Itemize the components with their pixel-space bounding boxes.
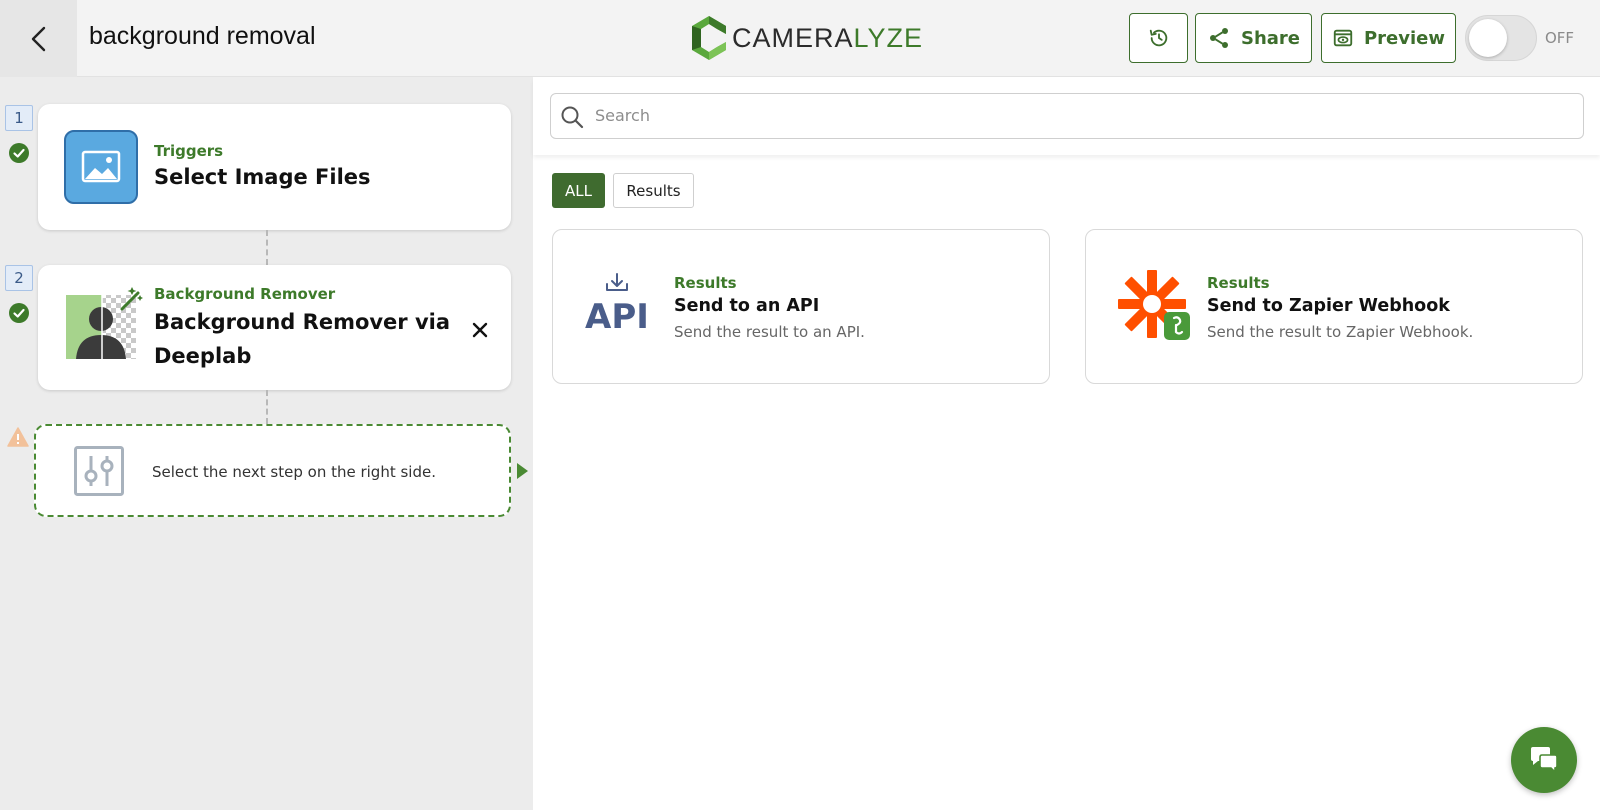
active-toggle[interactable]: [1465, 15, 1537, 61]
logo-wordmark-suffix: LYZE: [853, 22, 924, 53]
cameralyze-logo: CAMERALYZE: [692, 14, 923, 62]
step-number-2: 2: [5, 265, 33, 291]
step-connector: [266, 230, 268, 265]
cameralyze-logo-icon: [692, 16, 726, 60]
next-step-placeholder[interactable]: Select the next step on the right side.: [34, 424, 511, 517]
search-input[interactable]: [595, 94, 1555, 137]
next-step-text: Select the next step on the right side.: [152, 463, 436, 481]
chat-bubbles-icon: [1531, 747, 1558, 774]
filter-all[interactable]: ALL: [552, 173, 605, 208]
step-title-line-2: Deeplab: [154, 344, 252, 368]
step-title-line-1: Background Remover via: [154, 310, 451, 334]
toggle-knob: [1469, 19, 1507, 57]
check-circle-icon: [9, 303, 29, 323]
chevron-left-icon: [31, 26, 45, 51]
share-icon: [1209, 28, 1228, 48]
filter-results[interactable]: Results: [613, 173, 694, 208]
preview-icon: [1333, 29, 1353, 47]
api-icon-text: API: [585, 297, 649, 337]
result-card-send-to-zapier-webhook[interactable]: Results Send to Zapier Webhook Send the …: [1085, 229, 1583, 384]
step-connector: [266, 390, 268, 424]
logo-wordmark: CAMERALYZE: [732, 23, 923, 54]
step-card-background-remover[interactable]: Background Remover Background Remover vi…: [38, 265, 511, 390]
share-label: Share: [1240, 27, 1300, 49]
result-title: Send to an API: [674, 296, 820, 316]
chat-support-button[interactable]: [1511, 727, 1577, 793]
result-description: Send the result to an API.: [674, 323, 865, 341]
api-icon: API: [585, 273, 649, 337]
page-title: background removal: [89, 22, 316, 50]
warning-icon: [7, 427, 29, 447]
result-title: Send to Zapier Webhook: [1207, 296, 1450, 316]
logo-wordmark-prefix: CAMERA: [732, 22, 854, 53]
close-icon[interactable]: [472, 322, 488, 338]
preview-button[interactable]: Preview: [1321, 13, 1456, 63]
history-button[interactable]: [1129, 13, 1188, 63]
result-category: Results: [674, 274, 737, 292]
app-header: background removal CAMERALYZE Share Prev…: [0, 0, 1600, 77]
zapier-webhook-icon: [1118, 270, 1190, 340]
sliders-icon: [74, 446, 124, 496]
back-button[interactable]: [0, 0, 77, 77]
preview-label: Preview: [1363, 27, 1446, 49]
search-box[interactable]: [550, 93, 1584, 139]
toggle-state-label: OFF: [1545, 29, 1575, 47]
step-category: Background Remover: [154, 285, 336, 303]
search-icon: [561, 106, 584, 129]
step-card-select-image-files[interactable]: Triggers Select Image Files: [38, 104, 511, 230]
step-category: Triggers: [154, 142, 224, 160]
step-title: Select Image Files: [154, 165, 371, 189]
play-arrow-icon: [517, 463, 528, 479]
result-description: Send the result to Zapier Webhook.: [1207, 323, 1474, 341]
step-number-1: 1: [5, 105, 33, 131]
history-icon: [1149, 29, 1167, 47]
background-remover-icon: [66, 287, 143, 359]
check-circle-icon: [9, 143, 29, 163]
result-category: Results: [1207, 274, 1270, 292]
share-button[interactable]: Share: [1195, 13, 1312, 63]
result-card-send-to-api[interactable]: API Results Send to an API Send the resu…: [552, 229, 1050, 384]
image-icon: [64, 130, 138, 204]
